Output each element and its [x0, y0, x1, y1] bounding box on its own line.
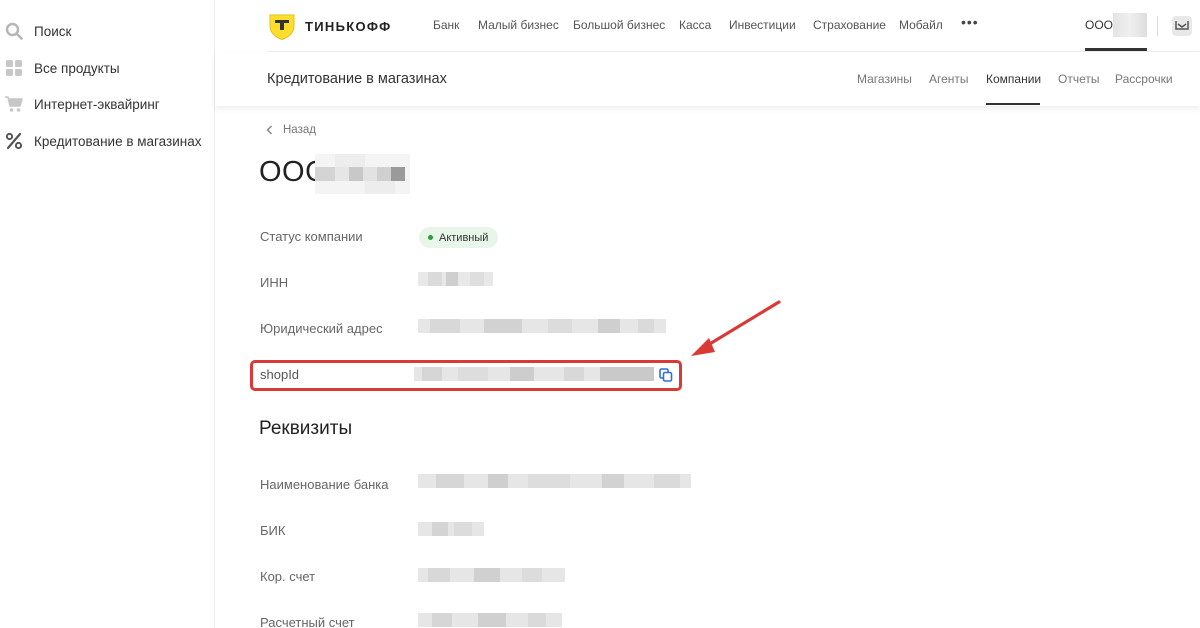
nav-link[interactable]: Банк — [433, 18, 459, 32]
nav-link[interactable]: Касса — [679, 18, 711, 32]
status-value: Активный — [439, 231, 489, 244]
nav-link[interactable]: Инвестиции — [729, 18, 796, 32]
tab-agents[interactable]: Агенты — [929, 72, 969, 86]
back-label: Назад — [283, 124, 316, 136]
bank-name-label: Наименование банка — [260, 477, 389, 492]
tab-shops[interactable]: Магазины — [857, 72, 912, 86]
status-label: Статус компании — [260, 229, 363, 244]
tab-reports[interactable]: Отчеты — [1058, 72, 1099, 86]
bik-value-redacted — [418, 522, 484, 536]
tab-companies[interactable]: Компании — [986, 72, 1041, 86]
sidebar: Поиск Все продукты Интернет-эквайринг Кр… — [0, 0, 215, 628]
inbox-icon[interactable] — [1171, 15, 1193, 37]
percent-icon — [4, 131, 24, 151]
organization-name[interactable]: ООО — [1085, 18, 1113, 32]
correspondent-account-value-redacted — [418, 568, 565, 582]
tinkoff-shield-icon — [269, 14, 295, 41]
settlement-account-value-redacted — [418, 613, 562, 627]
bank-name-value-redacted — [418, 474, 691, 488]
shopid-highlight-box — [250, 360, 682, 391]
sidebar-item-label: Поиск — [34, 23, 72, 39]
logo[interactable]: ТИНЬКОФФ — [267, 11, 391, 41]
inn-value-redacted — [418, 272, 493, 286]
requisites-title: Реквизиты — [259, 418, 353, 439]
tab-installments[interactable]: Рассрочки — [1115, 72, 1173, 86]
section-header: Кредитование в магазинах Магазины Агенты… — [215, 52, 1200, 106]
nav-link[interactable]: Большой бизнес — [573, 18, 665, 32]
top-navigation: ТИНЬКОФФ Банк Малый бизнес Большой бизне… — [267, 0, 1200, 52]
status-badge: Активный — [419, 227, 499, 248]
bik-label: БИК — [260, 523, 286, 538]
section-title: Кредитование в магазинах — [267, 71, 447, 87]
address-label: Юридический адрес — [260, 321, 383, 336]
status-dot-icon — [428, 235, 433, 240]
logo-text: ТИНЬКОФФ — [305, 18, 392, 34]
back-link[interactable]: Назад — [265, 124, 316, 136]
main-area: ТИНЬКОФФ Банк Малый бизнес Большой бизне… — [215, 0, 1200, 628]
sidebar-item-acquiring[interactable]: Интернет-эквайринг — [0, 90, 215, 118]
sidebar-item-label: Кредитование в магазинах — [34, 133, 202, 149]
sidebar-item-search[interactable]: Поиск — [0, 17, 215, 45]
correspondent-account-label: Кор. счет — [260, 569, 316, 584]
nav-link[interactable]: Малый бизнес — [478, 18, 559, 32]
nav-link[interactable]: Мобайл — [899, 18, 943, 32]
divider — [1157, 16, 1158, 36]
cart-icon — [4, 94, 24, 114]
more-icon[interactable]: ••• — [961, 14, 979, 30]
sidebar-item-store-credit[interactable]: Кредитование в магазинах — [0, 127, 215, 155]
organization-name-redacted — [1113, 13, 1147, 37]
search-icon — [4, 21, 24, 41]
nav-link[interactable]: Страхование — [813, 18, 886, 32]
address-value-redacted — [418, 319, 666, 333]
active-tab-indicator — [986, 103, 1040, 105]
organization-active-indicator — [1085, 48, 1147, 51]
sidebar-item-label: Интернет-эквайринг — [34, 96, 160, 112]
inn-label: ИНН — [260, 275, 289, 290]
sidebar-item-label: Все продукты — [34, 60, 120, 76]
settlement-account-label: Расчетный счет — [260, 615, 355, 628]
annotation-arrow — [691, 300, 781, 356]
company-name-redacted — [315, 154, 410, 194]
chevron-left-icon — [266, 125, 273, 135]
grid-icon — [4, 58, 24, 78]
sidebar-item-all-products[interactable]: Все продукты — [0, 54, 215, 82]
